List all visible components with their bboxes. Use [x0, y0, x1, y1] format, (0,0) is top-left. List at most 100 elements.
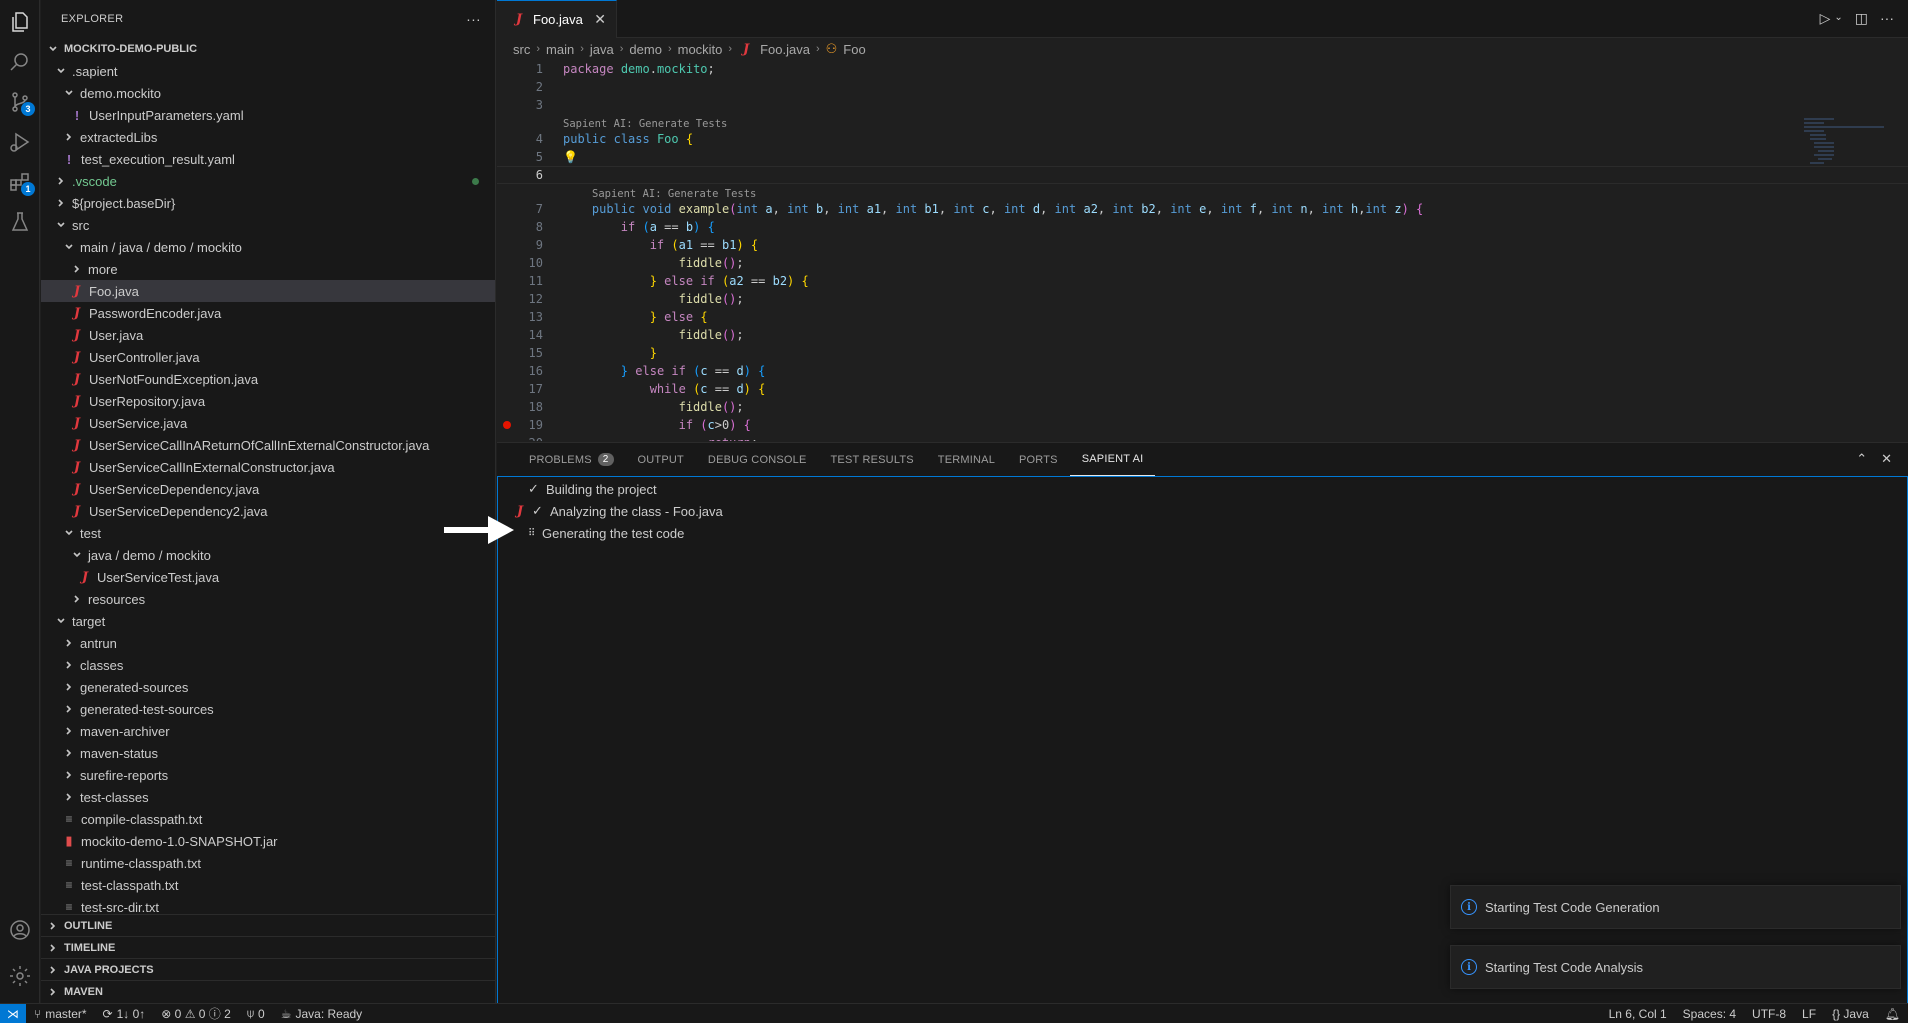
tree-item[interactable]: more — [41, 258, 495, 280]
tab-foo-java[interactable]: J Foo.java ✕ — [497, 0, 617, 38]
tree-item[interactable]: ≡ test-classpath.txt — [41, 874, 495, 896]
tree-item[interactable]: ≡ compile-classpath.txt — [41, 808, 495, 830]
tab-ports[interactable]: PORTS — [1007, 443, 1070, 476]
sync-indicator[interactable]: ⟳ 1↓ 0↑ — [95, 1007, 154, 1021]
indentation[interactable]: Spaces: 4 — [1675, 1007, 1744, 1021]
tree-item[interactable]: target — [41, 610, 495, 632]
java-file-icon: J — [73, 437, 81, 453]
tree-item[interactable]: J UserServiceCallInAReturnOfCallInExterna… — [41, 434, 495, 456]
split-editor-icon[interactable]: ◫ — [1855, 10, 1868, 27]
tree-item[interactable]: extractedLibs — [41, 126, 495, 148]
tree-item[interactable]: resources — [41, 588, 495, 610]
tree-item[interactable]: J User.java — [41, 324, 495, 346]
breadcrumb-java[interactable]: java — [590, 42, 614, 57]
tree-item[interactable]: .vscode — [41, 170, 495, 192]
tree-item[interactable]: ${project.baseDir} — [41, 192, 495, 214]
tree-item[interactable]: J UserService.java — [41, 412, 495, 434]
remote-indicator-icon[interactable]: ⋊ — [0, 1003, 26, 1023]
tree-item[interactable]: J PasswordEncoder.java — [41, 302, 495, 324]
tree-item[interactable]: ▮ mockito-demo-1.0-SNAPSHOT.jar — [41, 830, 495, 852]
tree-item[interactable]: generated-test-sources — [41, 698, 495, 720]
sidebar-section-timeline[interactable]: TIMELINE — [41, 936, 495, 958]
tree-item[interactable]: J UserServiceDependency2.java — [41, 500, 495, 522]
breadcrumb-class[interactable]: Foo — [843, 42, 865, 57]
extensions-icon[interactable]: 1 — [4, 166, 36, 198]
close-panel-icon[interactable]: ✕ — [1881, 451, 1892, 467]
tree-item-label: PasswordEncoder.java — [89, 305, 222, 321]
tree-item[interactable]: J UserServiceCallInExternalConstructor.ja… — [41, 456, 495, 478]
sidebar-section-outline[interactable]: OUTLINE — [41, 914, 495, 936]
explorer-icon[interactable] — [4, 6, 36, 38]
tab-test-results[interactable]: TEST RESULTS — [819, 443, 926, 476]
breadcrumb-file[interactable]: Foo.java — [760, 42, 810, 57]
tree-item[interactable]: java / demo / mockito — [41, 544, 495, 566]
breadcrumb-mockito[interactable]: mockito — [678, 42, 723, 57]
tab-sapient-ai[interactable]: SAPIENT AI — [1069, 443, 1156, 476]
end-of-line[interactable]: LF — [1794, 1007, 1824, 1021]
tree-item[interactable]: J Foo.java — [41, 280, 495, 302]
notification-toast[interactable]: i Starting Test Code Generation — [1450, 885, 1901, 929]
tab-output[interactable]: OUTPUT — [626, 443, 696, 476]
testing-flask-icon[interactable] — [4, 206, 36, 238]
run-play-icon[interactable]: ▷ — [1820, 10, 1831, 27]
tab-terminal[interactable]: TERMINAL — [926, 443, 1007, 476]
tree-item[interactable]: classes — [41, 654, 495, 676]
search-icon[interactable] — [4, 46, 36, 78]
sidebar-section-java-projects[interactable]: JAVA PROJECTS — [41, 958, 495, 980]
lightbulb-icon[interactable]: 💡 — [563, 150, 578, 164]
tree-item[interactable]: ≡ runtime-classpath.txt — [41, 852, 495, 874]
tree-item[interactable]: J UserController.java — [41, 346, 495, 368]
problems-indicator[interactable]: ⊗ 0 ⚠ 0 ⓘ 2 — [153, 1005, 239, 1022]
explorer-more-actions-icon[interactable]: ··· — [466, 11, 481, 27]
java-status[interactable]: ☕ Java: Ready — [273, 1007, 370, 1021]
tree-item[interactable]: J UserRepository.java — [41, 390, 495, 412]
tree-item[interactable]: maven-archiver — [41, 720, 495, 742]
minimap[interactable] — [1804, 118, 1894, 218]
tree-item[interactable]: test — [41, 522, 495, 544]
notifications-bell-icon[interactable]: 🔔︎ — [1877, 1007, 1908, 1021]
codelens-generate-tests[interactable]: Sapient AI: Generate Tests — [497, 114, 1908, 130]
run-dropdown-chevron-icon[interactable]: ⌄ — [1834, 12, 1842, 27]
tree-item[interactable]: antrun — [41, 632, 495, 654]
tree-item[interactable]: main / java / demo / mockito — [41, 236, 495, 258]
tree-item[interactable]: test-classes — [41, 786, 495, 808]
tab-debug-console[interactable]: DEBUG CONSOLE — [696, 443, 819, 476]
codelens-generate-tests[interactable]: Sapient AI: Generate Tests — [497, 184, 1908, 200]
cursor-position[interactable]: Ln 6, Col 1 — [1601, 1007, 1675, 1021]
code-editor[interactable]: 1 package demo.mockito; 2 3 Sapient AI: G… — [497, 60, 1908, 441]
language-mode[interactable]: {} Java — [1824, 1007, 1877, 1021]
tree-item[interactable]: demo.mockito — [41, 82, 495, 104]
branch-indicator[interactable]: ⑂ master* — [26, 1007, 95, 1021]
sidebar-section-maven[interactable]: MAVEN — [41, 980, 495, 1002]
yaml-file-icon: ! — [66, 151, 72, 167]
tree-item[interactable]: ! UserInputParameters.yaml — [41, 104, 495, 126]
file-tree: .sapient demo.mockito! UserInputParameters… — [41, 60, 495, 918]
breadcrumb-main[interactable]: main — [546, 42, 574, 57]
notification-toast[interactable]: i Starting Test Code Analysis — [1450, 945, 1901, 989]
breadcrumb-demo[interactable]: demo — [629, 42, 662, 57]
tree-item[interactable]: J UserServiceDependency.java — [41, 478, 495, 500]
tree-item[interactable]: J UserServiceTest.java — [41, 566, 495, 588]
settings-gear-icon[interactable] — [4, 960, 36, 992]
tree-item[interactable]: ! test_execution_result.yaml — [41, 148, 495, 170]
maximize-panel-chevron-up-icon[interactable]: ⌃ — [1856, 451, 1867, 467]
workspace-root[interactable]: MOCKITO-DEMO-PUBLIC — [41, 38, 495, 60]
tree-item[interactable]: surefire-reports — [41, 764, 495, 786]
tree-item[interactable]: generated-sources — [41, 676, 495, 698]
tab-problems[interactable]: PROBLEMS 2 — [517, 443, 626, 476]
source-control-icon[interactable]: 3 — [4, 86, 36, 118]
account-icon[interactable] — [4, 914, 36, 946]
tree-item[interactable]: J UserNotFoundException.java — [41, 368, 495, 390]
tree-item[interactable]: maven-status — [41, 742, 495, 764]
tree-item[interactable]: .sapient — [41, 60, 495, 82]
tree-item[interactable]: src — [41, 214, 495, 236]
breakpoint-icon[interactable] — [503, 421, 511, 429]
yaml-file-icon: ! — [74, 107, 80, 123]
breadcrumb-src[interactable]: src — [513, 42, 530, 57]
encoding[interactable]: UTF-8 — [1744, 1007, 1794, 1021]
java-file-icon: J — [73, 283, 81, 299]
close-tab-icon[interactable]: ✕ — [594, 11, 606, 28]
ports-indicator[interactable]: ⍦ 0 — [239, 1006, 273, 1021]
run-debug-icon[interactable] — [4, 126, 36, 158]
more-actions-icon[interactable]: ··· — [1880, 10, 1894, 27]
